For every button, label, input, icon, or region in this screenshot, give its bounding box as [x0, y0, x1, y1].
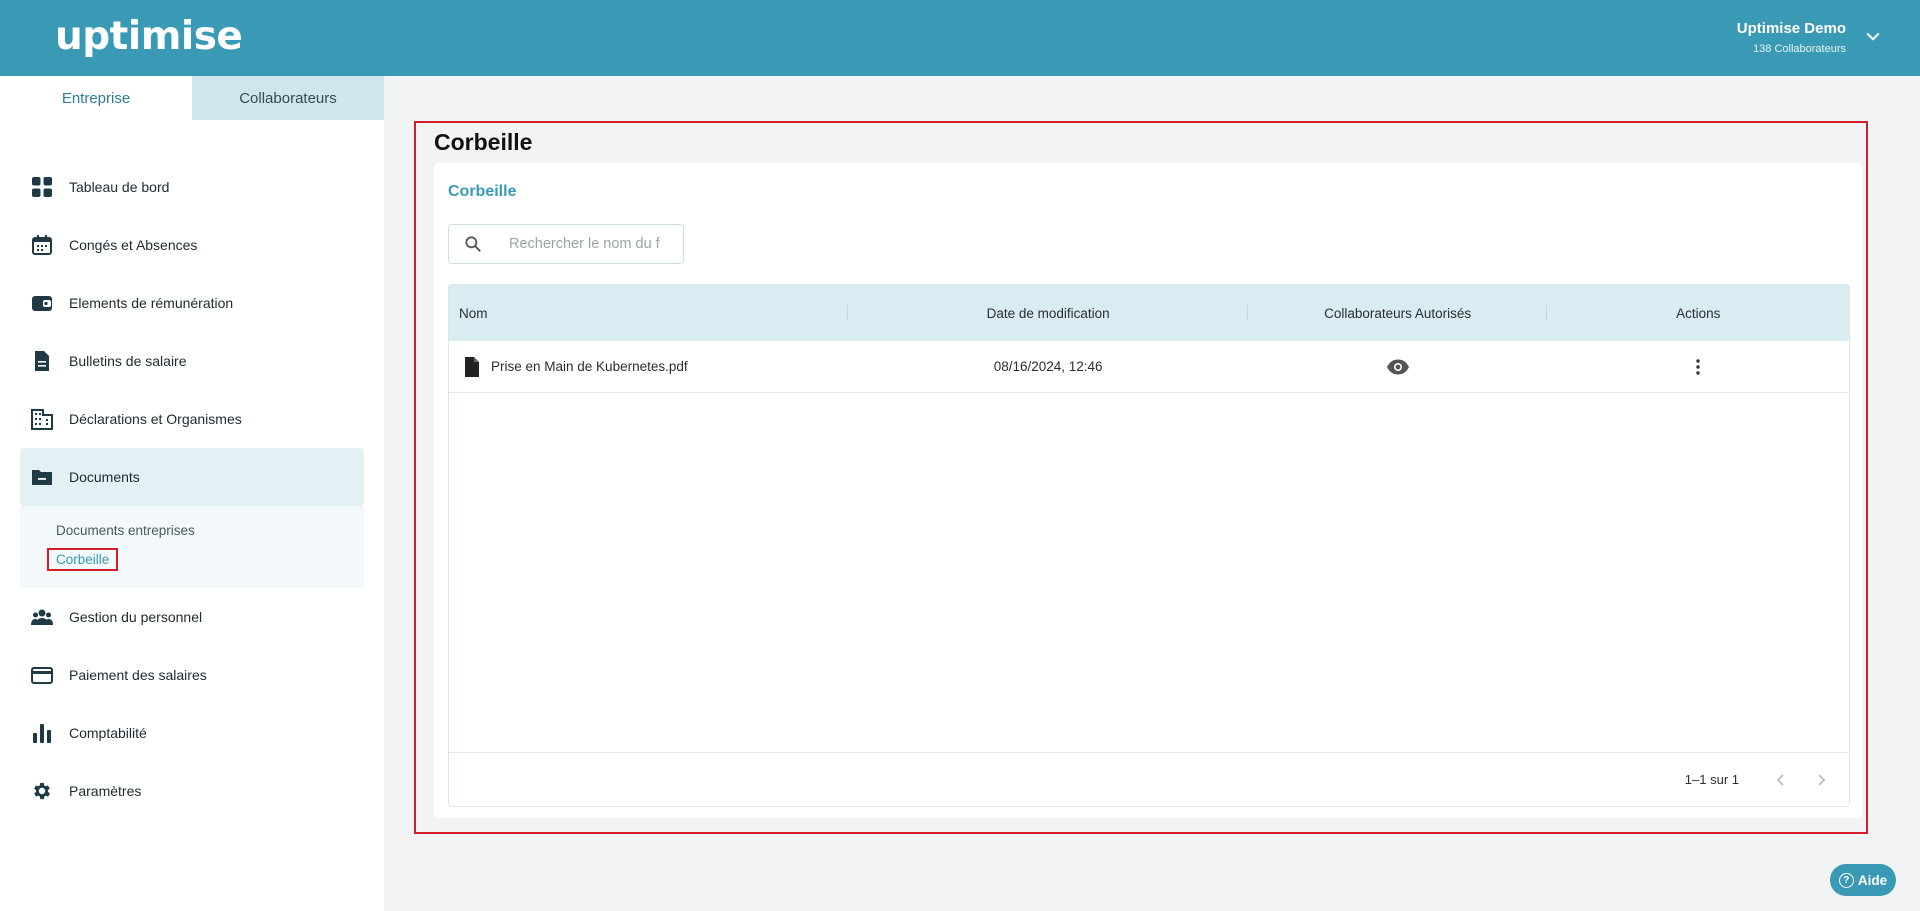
sidebar-item-label: Gestion du personnel [69, 609, 203, 625]
sidebar-item-comptabilite[interactable]: Comptabilité [20, 704, 364, 762]
subnav-label: Documents entreprises [56, 523, 195, 538]
top-bar: uptimise Uptimise Demo 138 Collaborateur… [0, 0, 1920, 76]
sidebar-item-label: Documents [69, 469, 140, 485]
sidebar-item-label: Congés et Absences [69, 237, 198, 253]
search-icon [465, 236, 481, 252]
sidebar-item-label: Paramètres [69, 783, 142, 799]
folder-icon [30, 465, 54, 489]
calendar-icon [30, 233, 54, 257]
bar-chart-icon [30, 721, 54, 745]
sidebar-item-parametres[interactable]: Paramètres [20, 762, 364, 820]
sidebar-item-label: Déclarations et Organismes [69, 411, 242, 427]
column-header-date[interactable]: Date de modification [848, 285, 1248, 341]
column-header-nom[interactable]: Nom [449, 285, 849, 341]
search-input[interactable] [509, 236, 669, 252]
uptimise-logo[interactable]: uptimise [55, 14, 243, 59]
help-button[interactable]: ? Aide [1830, 864, 1896, 896]
user-menu[interactable]: Uptimise Demo 138 Collaborateurs [1737, 20, 1846, 55]
sidebar-item-label: Elements de rémunération [69, 295, 234, 311]
search-box[interactable] [448, 224, 684, 264]
help-icon: ? [1838, 872, 1854, 888]
table-row[interactable]: Prise en Main de Kubernetes.pdf 08/16/20… [449, 341, 1849, 393]
cell-collaborateurs [1248, 341, 1548, 392]
tab-collaborateurs[interactable]: Collaborateurs [192, 76, 384, 120]
building-icon [30, 407, 54, 431]
sidebar-item-label: Tableau de bord [69, 179, 170, 195]
sidebar-tabs: Entreprise Collaborateurs [0, 76, 384, 120]
subnav-documents-entreprises[interactable]: Documents entreprises [56, 516, 364, 545]
table-header: Nom Date de modification Collaborateurs … [449, 285, 1849, 341]
sidebar-item-bulletins[interactable]: Bulletins de salaire [20, 332, 364, 390]
sidebar-item-label: Comptabilité [69, 725, 147, 741]
table-footer: 1–1 sur 1 [449, 752, 1849, 806]
trash-panel: Corbeille Nom Date de modification Colla… [434, 163, 1862, 818]
wallet-icon [30, 291, 54, 315]
file-icon [30, 349, 54, 373]
dashboard-icon [30, 175, 54, 199]
column-header-label: Actions [1676, 305, 1721, 321]
pagination-text: 1–1 sur 1 [1684, 772, 1739, 787]
next-page-button[interactable] [1809, 768, 1833, 792]
subnav-corbeille[interactable]: Corbeille [47, 545, 364, 574]
column-header-collaborateurs[interactable]: Collaborateurs Autorisés [1248, 285, 1548, 341]
sidebar-item-label: Bulletins de salaire [69, 353, 187, 369]
chevron-left-icon [1776, 773, 1784, 786]
people-icon [30, 605, 54, 629]
tab-entreprise[interactable]: Entreprise [0, 76, 192, 120]
gear-icon [30, 779, 54, 803]
sidebar: Entreprise Collaborateurs Tableau de bor… [0, 76, 384, 911]
sidebar-item-tableau-de-bord[interactable]: Tableau de bord [20, 158, 364, 216]
document-icon [465, 356, 479, 377]
cell-name: Prise en Main de Kubernetes.pdf [449, 341, 848, 392]
column-header-label: Nom [459, 305, 488, 321]
more-vertical-icon[interactable] [1688, 357, 1708, 377]
page-title: Corbeille [434, 129, 533, 155]
user-collaborators-count: 138 Collaborateurs [1753, 43, 1846, 55]
credit-card-icon [30, 663, 54, 687]
sidebar-item-declarations[interactable]: Déclarations et Organismes [20, 390, 364, 448]
cell-actions [1547, 341, 1849, 392]
sidebar-nav: Tableau de bord Congés et Absences Eleme… [20, 158, 364, 820]
eye-icon[interactable] [1386, 355, 1410, 379]
documents-table: Nom Date de modification Collaborateurs … [448, 284, 1850, 807]
panel-title: Corbeille [448, 183, 517, 200]
modified-date: 08/16/2024, 12:46 [993, 359, 1103, 374]
sidebar-item-conges[interactable]: Congés et Absences [20, 216, 364, 274]
sidebar-item-label: Paiement des salaires [69, 667, 207, 683]
chevron-right-icon [1818, 773, 1826, 786]
documents-subnav: Documents entreprises Corbeille [20, 506, 364, 588]
user-name: Uptimise Demo [1736, 20, 1846, 37]
sidebar-item-gestion-personnel[interactable]: Gestion du personnel [20, 588, 364, 646]
chevron-down-icon[interactable] [1864, 28, 1882, 46]
logo-text: uptimise [55, 14, 243, 59]
help-label: Aide [1857, 872, 1888, 888]
sidebar-item-documents[interactable]: Documents [20, 448, 364, 506]
column-header-label: Collaborateurs Autorisés [1324, 305, 1472, 321]
sidebar-item-remuneration[interactable]: Elements de rémunération [20, 274, 364, 332]
column-header-actions: Actions [1547, 285, 1849, 341]
column-header-label: Date de modification [986, 305, 1110, 321]
previous-page-button[interactable] [1769, 768, 1793, 792]
file-name: Prise en Main de Kubernetes.pdf [491, 359, 688, 374]
subnav-label: Corbeille [47, 548, 119, 571]
cell-date: 08/16/2024, 12:46 [848, 341, 1247, 392]
sidebar-item-paiement[interactable]: Paiement des salaires [20, 646, 364, 704]
